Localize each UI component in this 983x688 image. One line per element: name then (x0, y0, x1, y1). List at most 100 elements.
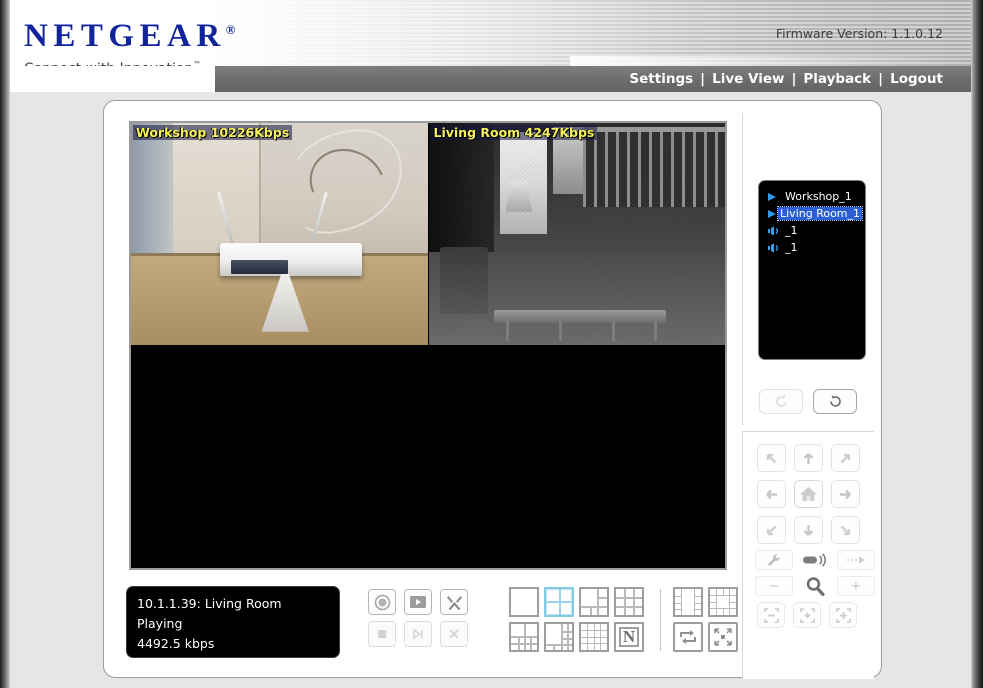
nav-items: Settings | Live View | Playback | Logout (629, 71, 943, 87)
nav-link-live-view[interactable]: Live View (712, 71, 784, 87)
video-pane-label: Living Room 4247Kbps (430, 125, 598, 140)
page-edge-right (971, 0, 983, 688)
brand-name: NETGEAR® (24, 20, 235, 53)
arrow-up-icon (803, 452, 814, 464)
arrow-right-icon (840, 489, 851, 499)
video-pane-1[interactable]: Workshop 10226Kbps (131, 123, 428, 345)
video-grid: Workshop 10226Kbps Living Room 4247Kbps (129, 121, 727, 570)
ptz-down-left-button[interactable] (757, 516, 786, 544)
zoom-in-button[interactable]: + (837, 576, 875, 596)
tree-item-label: _1 (785, 241, 798, 254)
layout-1plus7-wide-button[interactable] (673, 587, 703, 617)
frame-plus-icon (835, 607, 851, 623)
tree-item-workshop[interactable]: Workshop_1 (763, 188, 861, 205)
snapshot-button[interactable] (404, 589, 432, 615)
status-camera-line: 10.1.1.39: Living Room (137, 596, 282, 611)
arrow-down-right-icon (840, 525, 851, 535)
zoom-out-button[interactable]: − (755, 576, 793, 596)
layout-grid-secondary (673, 587, 742, 656)
ptz-right-button[interactable] (831, 480, 860, 508)
layout-1plus12-border-button[interactable] (708, 587, 738, 617)
arrow-left-icon (766, 489, 777, 499)
nav-separator: | (878, 71, 884, 87)
fullscreen-button[interactable] (708, 622, 738, 652)
video-pane-2[interactable]: Living Room 4247Kbps (428, 123, 725, 345)
ptz-up-button[interactable] (794, 444, 823, 472)
step-forward-button (404, 621, 432, 647)
preset-center-button[interactable] (793, 602, 821, 628)
focus-zoom-controls: − + (755, 550, 875, 599)
navbar-logo-cap (10, 66, 215, 92)
layout-1x1-button[interactable] (509, 587, 539, 617)
home-icon (800, 487, 817, 501)
status-bitrate-line: 4492.5 kbps (137, 636, 215, 651)
status-state-line: Playing (137, 616, 183, 631)
audio-speaker-icon (767, 243, 783, 253)
right-control-column: Workshop_1 Living Room_1 _1 _1 − + (742, 113, 875, 679)
layout-3x3-button[interactable] (614, 587, 644, 617)
frame-minus-icon (763, 607, 779, 623)
ptz-down-right-button[interactable] (831, 516, 860, 544)
layout-netgear-glyph: N (619, 627, 639, 647)
tree-item-living-room[interactable]: Living Room_1 (763, 205, 864, 222)
tree-item-audio-1[interactable]: _1 (763, 222, 861, 239)
main-navigation: Settings | Live View | Playback | Logout (10, 66, 971, 92)
record-button[interactable] (368, 589, 396, 615)
stop-button (368, 621, 396, 647)
layout-1plus5-button[interactable] (579, 587, 609, 617)
ptz-direction-pad (757, 444, 868, 552)
focus-near-button[interactable] (755, 550, 793, 570)
video-pane-3[interactable] (131, 346, 428, 568)
ptz-up-right-button[interactable] (831, 444, 860, 472)
frame-center-icon (799, 607, 815, 623)
rotate-counterclockwise-button[interactable] (813, 389, 857, 414)
ptz-up-left-button[interactable] (757, 444, 786, 472)
zoom-in-label: + (850, 578, 862, 594)
nav-link-settings[interactable]: Settings (629, 71, 693, 87)
layout-1plus12-button[interactable] (544, 622, 574, 652)
playback-controls-row-1 (368, 589, 478, 615)
magnifier-icon (806, 577, 825, 596)
arrow-up-left-icon (766, 453, 777, 463)
rotate-arrows-icon (680, 630, 696, 644)
preset-remove-button[interactable] (757, 602, 785, 628)
page-edge-left (0, 0, 10, 688)
tree-item-audio-2[interactable]: _1 (763, 239, 861, 256)
focus-far-button[interactable] (837, 550, 875, 570)
layout-2x2-button[interactable] (544, 587, 574, 617)
tools-button[interactable] (440, 589, 468, 615)
close-stream-button (440, 621, 468, 647)
brand-text: NETGEAR (24, 18, 226, 54)
arrow-down-icon (803, 524, 814, 536)
close-x-icon (449, 629, 459, 639)
focus-far-icon (847, 556, 865, 564)
expand-arrows-icon (714, 628, 732, 646)
stop-icon (378, 630, 386, 638)
preset-controls (757, 602, 857, 628)
camera-tree-panel: Workshop_1 Living Room_1 _1 _1 (742, 113, 874, 425)
ptz-down-button[interactable] (794, 516, 823, 544)
focus-indicator (796, 550, 834, 570)
tree-item-label: _1 (785, 224, 798, 237)
nav-link-playback[interactable]: Playback (803, 71, 871, 87)
nav-link-logout[interactable]: Logout (890, 71, 943, 87)
playback-controls-row-2 (368, 621, 478, 647)
zoom-indicator (796, 576, 834, 596)
live-view-page: NETGEAR® Connect with Innovation™ Firmwa… (0, 0, 983, 688)
tree-item-label: Workshop_1 (785, 190, 852, 203)
layout-2plus8-button[interactable] (509, 622, 539, 652)
video-pane-4[interactable] (428, 346, 725, 568)
nav-separator: | (791, 71, 797, 87)
ptz-control-panel: − + (742, 431, 875, 679)
ptz-left-button[interactable] (757, 480, 786, 508)
playback-controls (368, 589, 478, 653)
sequence-rotate-button[interactable] (673, 622, 703, 652)
ptz-home-button[interactable] (794, 480, 823, 508)
camera-tree-list: Workshop_1 Living Room_1 _1 _1 (758, 180, 866, 360)
rotate-clockwise-button (759, 389, 803, 414)
registered-mark: ® (225, 22, 236, 37)
preset-add-button[interactable] (829, 602, 857, 628)
layout-netgear-logo-button[interactable]: N (614, 622, 644, 652)
nav-separator: | (700, 71, 706, 87)
layout-4x4-button[interactable] (579, 622, 609, 652)
